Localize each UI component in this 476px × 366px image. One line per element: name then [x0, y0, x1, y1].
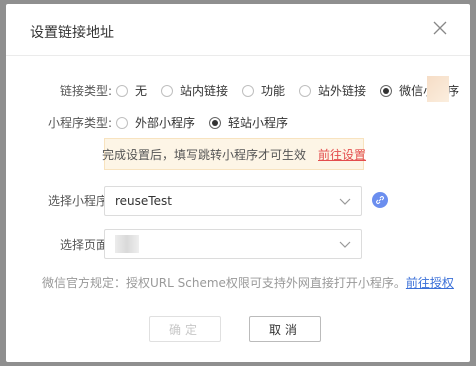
- close-icon[interactable]: [432, 20, 448, 36]
- link-settings-dialog: 设置链接地址 链接类型: 无 站内链接 功能 站外链接 微信小程序 小程序: [6, 4, 470, 362]
- radio-none[interactable]: 无: [116, 82, 147, 99]
- radio-label: 功能: [261, 84, 286, 98]
- link-icon[interactable]: [372, 192, 388, 208]
- radio-label: 无: [135, 84, 148, 98]
- link-type-label: 链接类型:: [59, 84, 112, 98]
- cancel-button[interactable]: 取消: [249, 316, 321, 342]
- radio-label: 站外链接: [318, 84, 367, 98]
- radio-dot: [242, 84, 255, 97]
- radio-dot: [116, 84, 128, 97]
- link-type-row: 链接类型: 无 站内链接 功能 站外链接 微信小程序: [6, 82, 473, 99]
- select-mini-row: 选择小程序:: [6, 192, 116, 209]
- notice-settings-link[interactable]: 前往设置: [318, 146, 366, 163]
- page-select[interactable]: [104, 229, 362, 259]
- radio-label: 轻站小程序: [228, 116, 289, 130]
- select-page-label: 选择页面:: [59, 238, 112, 252]
- mini-program-select-value: reuseTest: [115, 194, 172, 208]
- radio-external-mini-program[interactable]: 外部小程序: [116, 114, 195, 131]
- radio-dot: [116, 116, 128, 129]
- radio-dot: [161, 84, 174, 97]
- tip-text: 微信官方规定：授权URL Scheme权限可支持外网直接打开小程序。: [42, 276, 406, 290]
- wechat-policy-tip: 微信官方规定：授权URL Scheme权限可支持外网直接打开小程序。前往授权: [42, 274, 454, 291]
- radio-function[interactable]: 功能: [242, 82, 285, 99]
- dialog-title: 设置链接地址: [30, 25, 114, 41]
- confirm-button[interactable]: 确定: [149, 316, 221, 342]
- select-mini-label: 选择小程序:: [47, 194, 112, 208]
- chevron-down-icon: [339, 241, 351, 248]
- radio-external-link[interactable]: 站外链接: [299, 82, 366, 99]
- chevron-down-icon: [339, 198, 351, 205]
- select-page-row: 选择页面:: [6, 236, 116, 253]
- mini-program-select[interactable]: reuseTest: [104, 186, 362, 216]
- radio-label: 外部小程序: [135, 116, 196, 130]
- radio-dot: [299, 84, 312, 97]
- radio-dot: [209, 116, 222, 129]
- radio-light-site-mini-program[interactable]: 轻站小程序: [209, 114, 288, 131]
- mini-type-row: 小程序类型: 外部小程序 轻站小程序: [6, 114, 302, 131]
- notice-banner: 完成设置后，填写跳转小程序才可生效 前往设置: [101, 138, 366, 170]
- radio-dot: [380, 84, 393, 97]
- dialog-header: 设置链接地址: [6, 4, 470, 56]
- radio-internal-link[interactable]: 站内链接: [161, 82, 228, 99]
- notice-text: 完成设置后，填写跳转小程序才可生效: [101, 147, 306, 162]
- mini-type-label: 小程序类型:: [47, 116, 112, 130]
- blurred-value: [115, 235, 139, 253]
- authorize-link[interactable]: 前往授权: [406, 276, 454, 290]
- radio-label: 站内链接: [180, 84, 229, 98]
- blurred-overlay: [427, 76, 449, 102]
